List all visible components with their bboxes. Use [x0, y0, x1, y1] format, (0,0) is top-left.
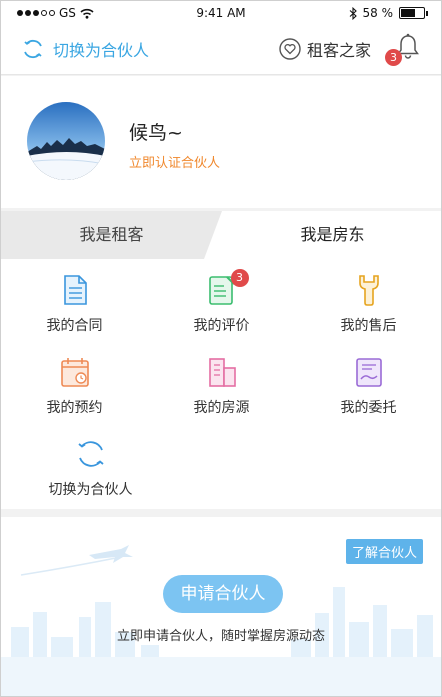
grid-item-review[interactable]: 3 我的评价 [148, 259, 295, 339]
tenant-home-label: 租客之家 [306, 41, 371, 60]
function-grid: 我的合同 3 我的评价 我的售后 我的预约 我的房源 我的委托 切换为合伙人 [1, 259, 441, 509]
grid-label-review: 我的评价 [193, 318, 250, 334]
partner-banner: 了解合伙人 申请合伙人 立即申请合伙人，随时掌握房源动态 [1, 517, 441, 696]
app-screen: GS 9:41 AM 58 % 切换为合伙人 租客之家 3 候鸟~ 立即认证合伙… [0, 0, 442, 697]
top-nav: 切换为合伙人 租客之家 3 [1, 25, 441, 75]
grid-label-entrust: 我的委托 [340, 400, 397, 416]
contract-icon [58, 273, 92, 307]
battery-icon [399, 7, 428, 19]
grid-item-aftersale[interactable]: 我的售后 [295, 259, 441, 339]
grid-item-listing[interactable]: 我的房源 [148, 341, 295, 421]
heart-icon [279, 38, 301, 60]
review-icon: 3 [205, 269, 249, 307]
profile-card: 候鸟~ 立即认证合伙人 [1, 76, 441, 208]
certify-partner-link[interactable]: 立即认证合伙人 [129, 152, 220, 171]
wrench-icon [352, 273, 386, 307]
notification-button[interactable]: 3 [385, 33, 421, 66]
calendar-icon [58, 355, 92, 389]
switch-icon [74, 437, 108, 471]
switch-partner-button[interactable]: 切换为合伙人 [21, 37, 149, 61]
notification-badge: 3 [385, 49, 402, 66]
switch-partner-label: 切换为合伙人 [53, 41, 150, 60]
user-name: 候鸟~ [129, 122, 183, 144]
avatar[interactable] [27, 102, 105, 180]
status-right: 58 % [349, 6, 428, 20]
grid-item-switch[interactable]: 切换为合伙人 [17, 423, 164, 503]
grid-label-contract: 我的合同 [46, 318, 103, 334]
role-tabs: 我是租客 我是房东 [1, 211, 441, 259]
grid-item-entrust[interactable]: 我的委托 [295, 341, 441, 421]
tenant-home-button[interactable]: 租客之家 [279, 37, 371, 61]
grid-label-appointment: 我的预约 [46, 400, 103, 416]
grid-item-contract[interactable]: 我的合同 [1, 259, 148, 339]
apply-partner-button[interactable]: 申请合伙人 [163, 575, 283, 613]
review-badge: 3 [230, 269, 249, 287]
building-icon [205, 355, 239, 389]
grid-label-aftersale: 我的售后 [340, 318, 397, 334]
refresh-icon [24, 39, 42, 59]
learn-partner-button[interactable]: 了解合伙人 [345, 539, 423, 564]
battery-percent: 58 % [362, 6, 394, 20]
grid-label-listing: 我的房源 [193, 400, 250, 416]
status-bar: GS 9:41 AM 58 % [1, 1, 441, 25]
tab-landlord[interactable]: 我是房东 [222, 211, 441, 259]
grid-label-switch: 切换为合伙人 [48, 482, 133, 498]
grid-item-appointment[interactable]: 我的预约 [1, 341, 148, 421]
tab-tenant[interactable]: 我是租客 [1, 211, 222, 259]
apply-description: 立即申请合伙人，随时掌握房源动态 [116, 629, 325, 644]
bluetooth-icon [349, 6, 357, 20]
handshake-icon [352, 355, 386, 389]
